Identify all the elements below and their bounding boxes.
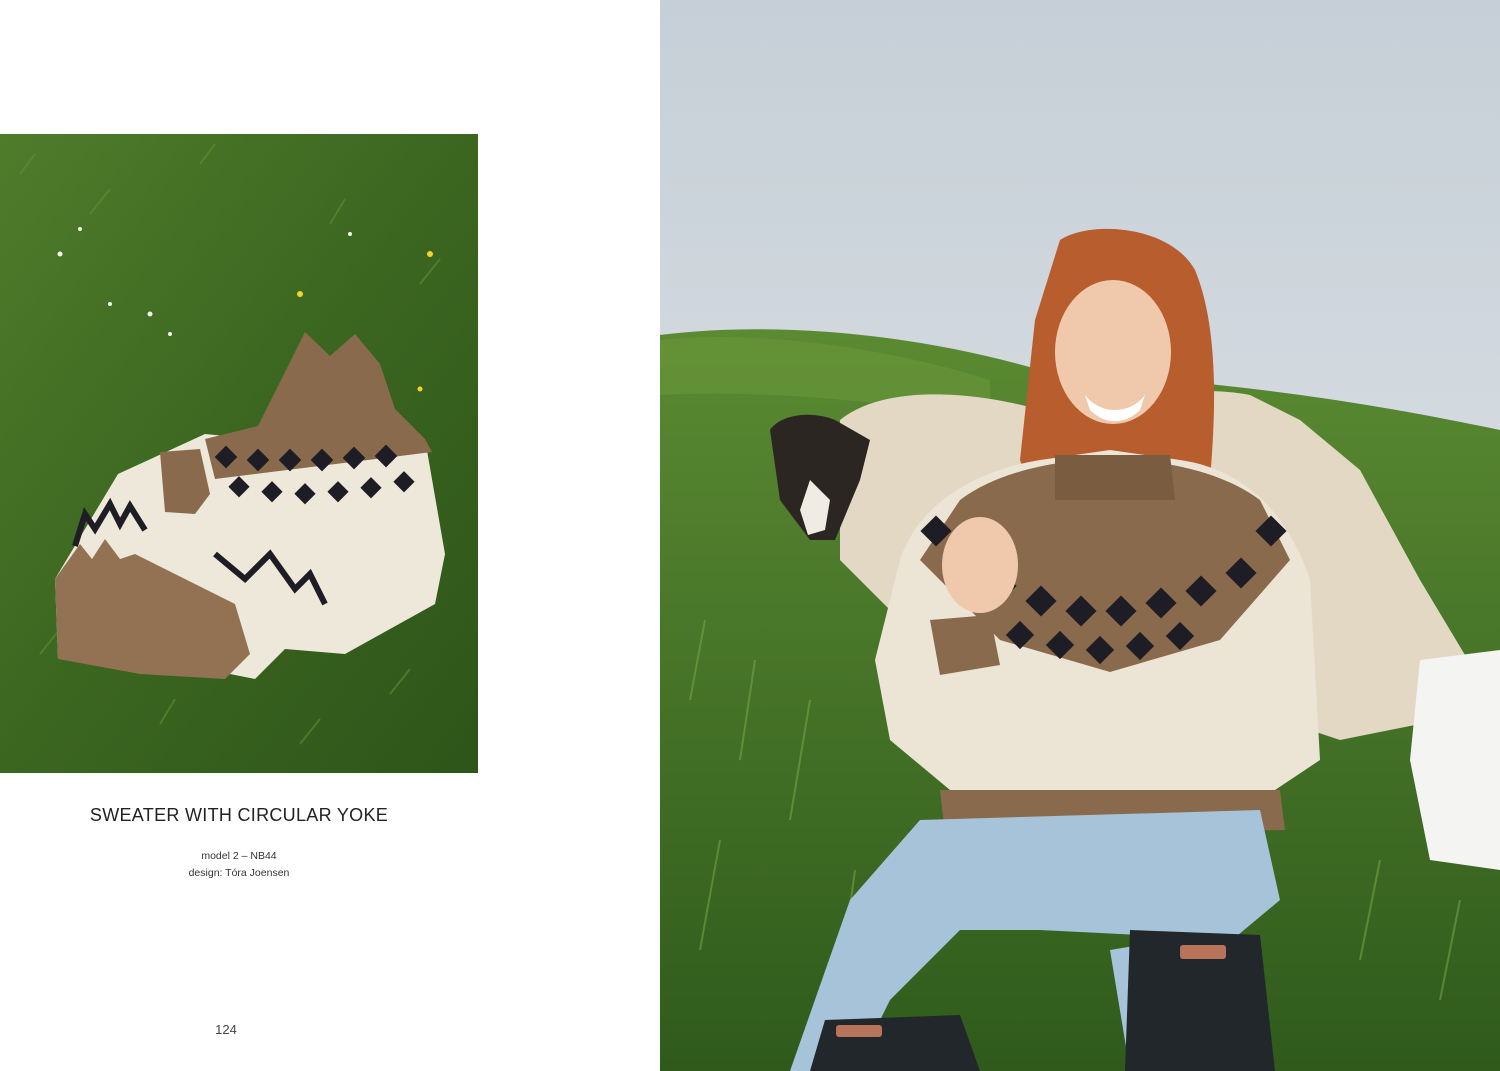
sweater-on-grass-photo bbox=[0, 134, 478, 773]
sweater-on-grass-illustration bbox=[0, 134, 478, 773]
left-page: SWEATER WITH CIRCULAR YOKE model 2 – NB4… bbox=[0, 0, 660, 1071]
model-with-sheep-illustration bbox=[660, 0, 1500, 1071]
pattern-title: SWEATER WITH CIRCULAR YOKE bbox=[89, 805, 389, 825]
model-with-sheep-photo bbox=[660, 0, 1500, 1071]
designer-credit: design: Tóra Joensen bbox=[188, 867, 290, 879]
page-number: 124 bbox=[215, 1022, 237, 1037]
model-number: model 2 – NB44 bbox=[201, 850, 277, 862]
